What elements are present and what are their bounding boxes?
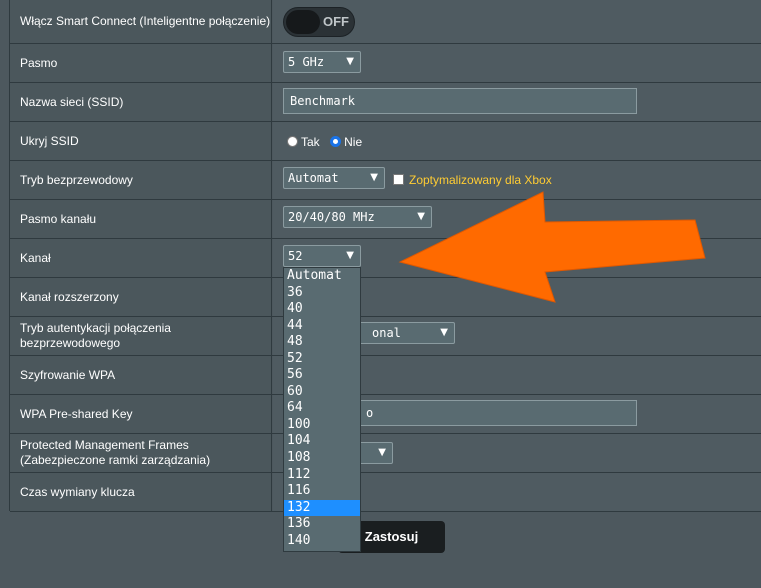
xbox-checkbox[interactable] [393, 174, 404, 185]
key-rotation-label: Czas wymiany klucza [10, 473, 272, 511]
channel-option[interactable]: 64 [284, 400, 360, 417]
channel-option-highlighted[interactable]: 132 [284, 499, 360, 517]
psk-value: o [366, 406, 374, 420]
auth-mode-value: onal [372, 326, 401, 340]
radio-nie-label: Nie [344, 135, 363, 149]
channel-option[interactable]: 56 [284, 367, 360, 384]
chevron-down-icon: ▼ [440, 327, 448, 338]
psk-label: WPA Pre-shared Key [10, 395, 272, 433]
channel-option[interactable]: 112 [284, 467, 360, 484]
channel-select[interactable]: 52 ▼ [283, 245, 361, 267]
channel-option[interactable]: 40 [284, 301, 360, 318]
row-smart-connect: Włącz Smart Connect (Inteligentne połącz… [10, 0, 761, 44]
bandwidth-value: 20/40/80 MHz [288, 210, 375, 224]
smart-connect-label: Włącz Smart Connect (Inteligentne połącz… [10, 0, 272, 43]
channel-value: 52 [288, 249, 303, 263]
band-label: Pasmo [10, 44, 272, 82]
radio-nie[interactable] [330, 136, 342, 147]
smart-connect-toggle[interactable]: OFF [283, 7, 355, 37]
row-pmf: Protected Management Frames (Zabezpieczo… [10, 434, 761, 473]
pmf-label: Protected Management Frames (Zabezpieczo… [10, 434, 272, 472]
channel-option[interactable]: 44 [284, 318, 360, 335]
orange-arrow-annotation [398, 191, 706, 303]
row-psk: WPA Pre-shared Key o [10, 395, 761, 434]
wpa-encryption-label: Szyfrowanie WPA [10, 356, 272, 394]
channel-option[interactable]: 48 [284, 334, 360, 351]
row-key-rotation: Czas wymiany klucza [10, 473, 761, 512]
ext-channel-label: Kanał rozszerzony [10, 278, 272, 316]
channel-option[interactable]: 60 [284, 384, 360, 401]
chevron-down-icon: ▼ [378, 447, 386, 458]
row-band: Pasmo 5 GHz ▼ [10, 44, 761, 83]
wireless-mode-select[interactable]: Automat ▼ [283, 167, 385, 189]
hide-ssid-radios: Tak Nie [287, 133, 368, 151]
channel-option[interactable]: 104 [284, 433, 360, 450]
wireless-mode-label: Tryb bezprzewodowy [10, 161, 272, 199]
channel-option[interactable]: 140 [284, 533, 360, 550]
hide-ssid-label: Ukryj SSID [10, 122, 272, 160]
channel-label: Kanał [10, 239, 272, 277]
xbox-label: Zoptymalizowany dla Xbox [409, 173, 552, 187]
row-ssid: Nazwa sieci (SSID) Benchmark [10, 83, 761, 122]
chevron-down-icon: ▼ [346, 250, 354, 261]
radio-tak[interactable] [287, 136, 298, 147]
wireless-mode-value: Automat [288, 171, 339, 185]
channel-dropdown-list: Automat 36 40 44 48 52 56 60 64 100 104 … [283, 267, 361, 552]
band-value: 5 GHz [288, 55, 325, 69]
band-select[interactable]: 5 GHz ▼ [283, 51, 361, 73]
channel-option[interactable]: 136 [284, 516, 360, 533]
toggle-state: OFF [323, 14, 349, 29]
channel-option[interactable]: Automat [284, 268, 360, 285]
ssid-label: Nazwa sieci (SSID) [10, 83, 272, 121]
auth-mode-label: Tryb autentykacji połączenia bezprzewodo… [10, 317, 272, 355]
channel-option[interactable]: 52 [284, 351, 360, 368]
row-wpa-encryption: Szyfrowanie WPA [10, 356, 761, 395]
arrow-shape [398, 191, 706, 303]
channel-option[interactable]: 36 [284, 285, 360, 302]
row-auth-mode: Tryb autentykacji połączenia bezprzewodo… [10, 317, 761, 356]
bandwidth-label: Pasmo kanału [10, 200, 272, 238]
channel-option[interactable]: 100 [284, 417, 360, 434]
ssid-input[interactable]: Benchmark [283, 88, 637, 114]
xbox-option: Zoptymalizowany dla Xbox [393, 171, 552, 189]
toggle-knob [286, 10, 320, 34]
chevron-down-icon: ▼ [346, 56, 354, 67]
channel-option[interactable]: 116 [284, 483, 360, 500]
channel-option[interactable]: 108 [284, 450, 360, 467]
row-hide-ssid: Ukryj SSID Tak Nie [10, 122, 761, 161]
chevron-down-icon: ▼ [370, 172, 378, 183]
radio-tak-label: Tak [301, 135, 320, 149]
